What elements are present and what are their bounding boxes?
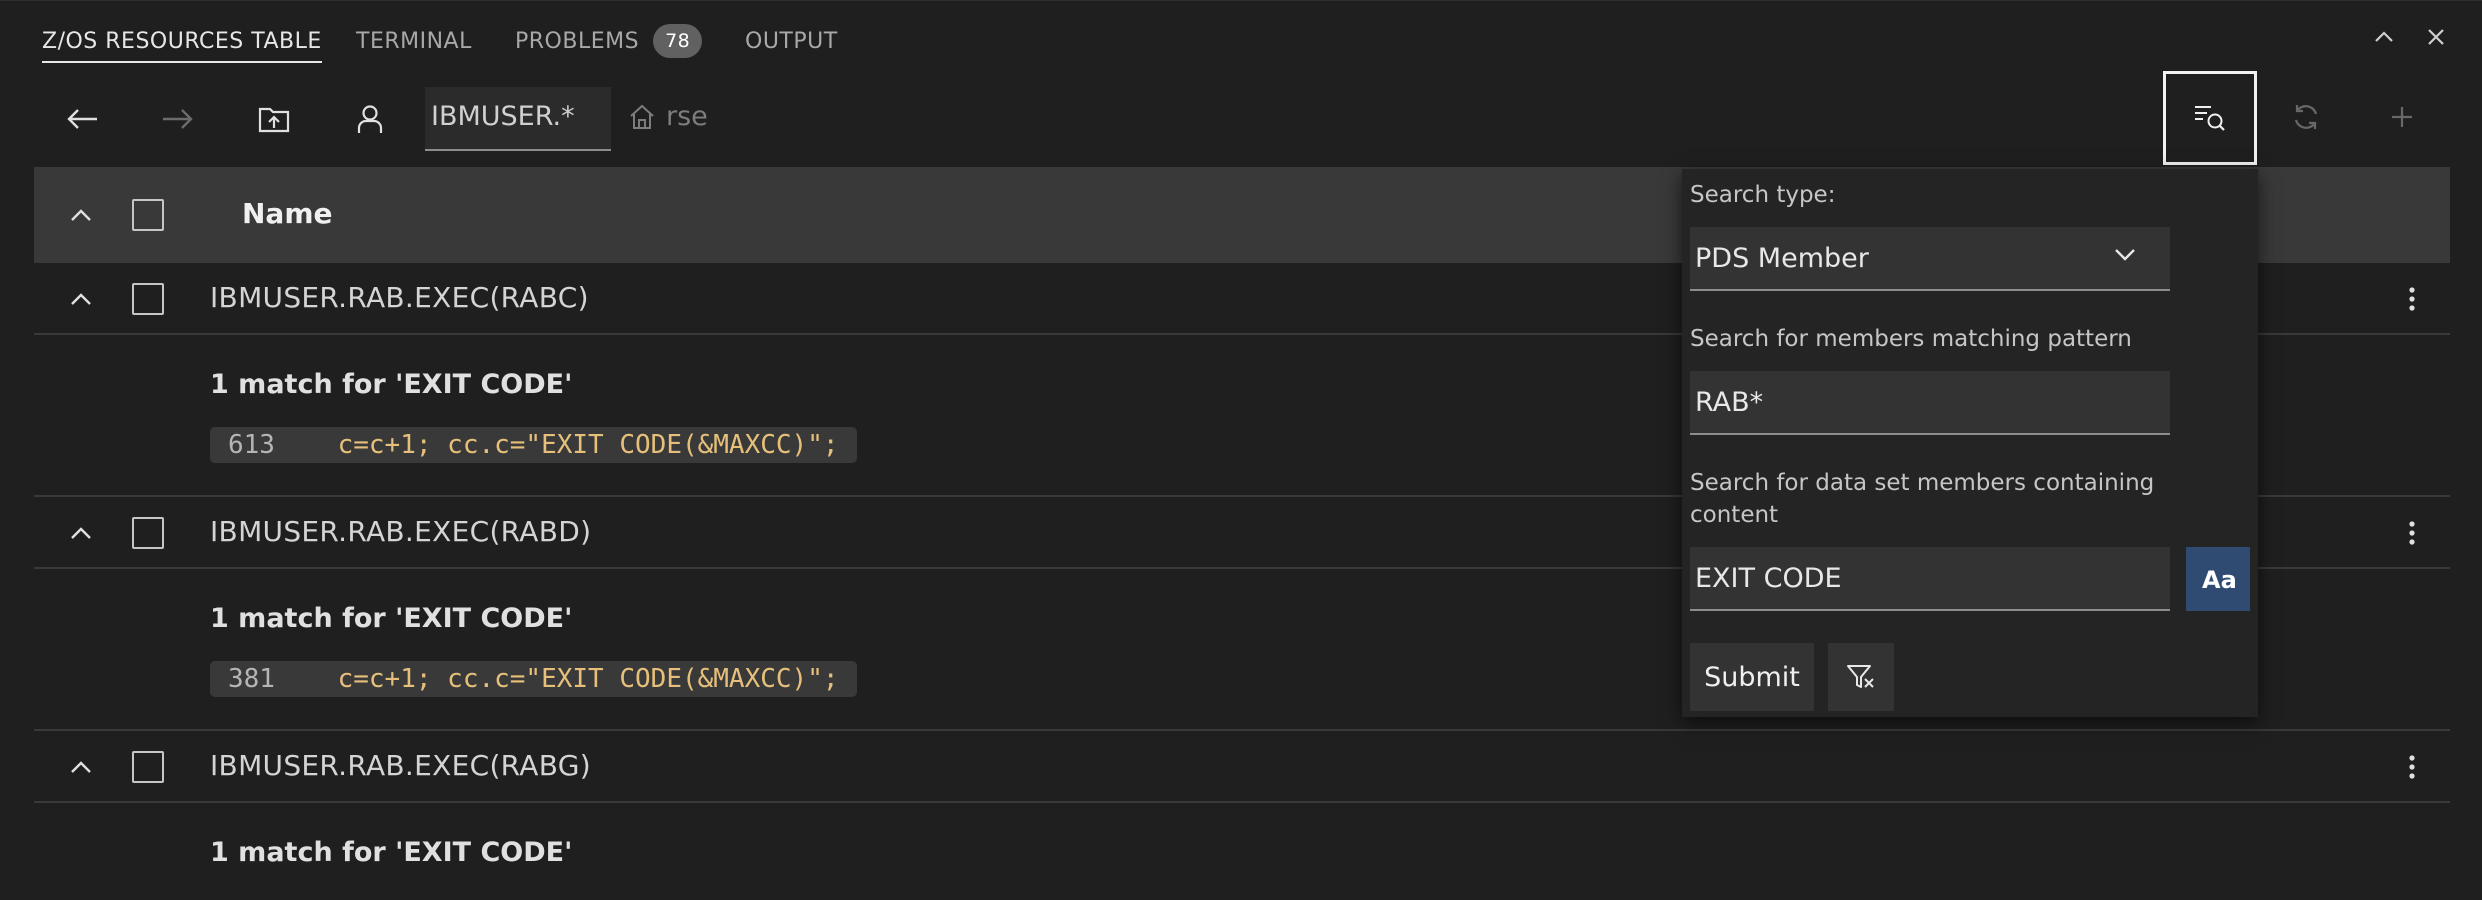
- home-breadcrumb[interactable]: rse: [628, 101, 708, 132]
- tab-label: PROBLEMS: [515, 28, 640, 54]
- chevron-up-icon: [71, 761, 91, 773]
- user-filter-button[interactable]: [342, 91, 398, 147]
- row-overflow-menu-button[interactable]: [2394, 749, 2430, 785]
- tab-label: OUTPUT: [745, 28, 838, 54]
- kebab-icon: [2409, 287, 2415, 311]
- search-list-icon: [2195, 106, 2225, 131]
- case-glyph: Aa: [2202, 566, 2235, 592]
- close-icon: [2428, 29, 2444, 45]
- row-checkbox[interactable]: [132, 517, 164, 549]
- refresh-icon: [2294, 105, 2318, 129]
- select-all-checkbox[interactable]: [132, 199, 164, 231]
- maximize-panel-button[interactable]: [2366, 19, 2402, 55]
- row-checkbox[interactable]: [132, 751, 164, 783]
- row-overflow-menu-button[interactable]: [2394, 515, 2430, 551]
- add-button[interactable]: [2374, 89, 2430, 145]
- home-label: rse: [666, 101, 708, 132]
- search-type-value: PDS Member: [1695, 242, 1869, 274]
- content-search-label: Search for data set members containing c…: [1690, 467, 2154, 531]
- row-checkbox[interactable]: [132, 283, 164, 315]
- user-icon: [357, 105, 383, 133]
- tab-zos-resources-table[interactable]: Z/OS RESOURCES TABLE: [42, 21, 322, 63]
- match-case-toggle[interactable]: Aa: [2186, 547, 2250, 611]
- member-pattern-value: RAB*: [1695, 386, 1764, 418]
- search-type-label: Search type:: [1690, 182, 1836, 208]
- chevron-down-icon: [2115, 249, 2135, 261]
- search-popover: Search type: PDS Member Search for membe…: [1682, 169, 2258, 717]
- tab-terminal[interactable]: TERMINAL: [356, 21, 472, 61]
- code-text: c=c+1; cc.c="EXIT CODE(&MAXCC)";: [337, 430, 839, 460]
- home-icon: [630, 104, 654, 129]
- member-pattern-input[interactable]: RAB*: [1690, 371, 2170, 435]
- tab-label: Z/OS RESOURCES TABLE: [42, 28, 322, 54]
- problems-count-badge: 78: [653, 24, 703, 58]
- forward-button[interactable]: [150, 91, 206, 147]
- content-search-label-line1: Search for data set members containing: [1690, 470, 2155, 496]
- content-search-input[interactable]: EXIT CODE: [1690, 547, 2170, 611]
- search-toggle-button[interactable]: [2163, 71, 2257, 165]
- case-sensitive-icon: Aa: [2202, 566, 2235, 592]
- tab-output[interactable]: OUTPUT: [745, 21, 838, 61]
- chevron-up-icon: [2375, 31, 2393, 42]
- path-filter-input[interactable]: IBMUSER.*: [425, 87, 611, 151]
- member-pattern-label: Search for members matching pattern: [1690, 326, 2132, 352]
- table-row[interactable]: IBMUSER.RAB.EXEC(RABG): [34, 731, 2450, 803]
- submit-button[interactable]: Submit: [1690, 643, 1814, 711]
- parent-folder-button[interactable]: [246, 91, 302, 147]
- line-number: 381: [228, 664, 275, 694]
- kebab-icon: [2409, 755, 2415, 779]
- plus-icon: [2392, 107, 2412, 127]
- tab-problems[interactable]: PROBLEMS 78: [515, 21, 703, 61]
- refresh-button[interactable]: [2278, 89, 2334, 145]
- chevron-up-icon: [71, 527, 91, 539]
- folder-up-icon: [258, 107, 290, 133]
- row-detail: 1 match for 'EXIT CODE': [34, 803, 2450, 900]
- back-button[interactable]: [54, 91, 110, 147]
- dataset-member-name[interactable]: IBMUSER.RAB.EXEC(RABD): [210, 515, 591, 548]
- filter-clear-icon: [1847, 665, 1874, 688]
- content-search-value: EXIT CODE: [1695, 562, 1842, 594]
- content-search-label-line2: content: [1690, 502, 1779, 528]
- arrow-left-icon: [67, 109, 97, 129]
- panel-tab-bar: Z/OS RESOURCES TABLE TERMINAL PROBLEMS 7…: [0, 1, 2482, 73]
- row-collapse-button[interactable]: [66, 518, 96, 548]
- match-count-label: 1 match for 'EXIT CODE': [210, 369, 573, 400]
- close-panel-button[interactable]: [2418, 19, 2454, 55]
- tab-label: TERMINAL: [356, 28, 472, 54]
- kebab-icon: [2409, 521, 2415, 545]
- chevron-up-icon: [71, 293, 91, 305]
- clear-filter-button[interactable]: [1828, 643, 1894, 711]
- arrow-right-icon: [163, 109, 193, 129]
- chevron-up-icon: [71, 209, 91, 221]
- dataset-member-name[interactable]: IBMUSER.RAB.EXEC(RABC): [210, 281, 589, 314]
- line-number: 613: [228, 430, 275, 460]
- match-count-label: 1 match for 'EXIT CODE': [210, 837, 573, 868]
- dataset-member-name[interactable]: IBMUSER.RAB.EXEC(RABG): [210, 749, 591, 782]
- match-code-line[interactable]: 381 c=c+1; cc.c="EXIT CODE(&MAXCC)";: [210, 661, 857, 697]
- search-type-select[interactable]: PDS Member: [1690, 227, 2170, 291]
- row-collapse-button[interactable]: [66, 284, 96, 314]
- name-column-header[interactable]: Name: [242, 197, 333, 230]
- row-overflow-menu-button[interactable]: [2394, 281, 2430, 317]
- match-code-line[interactable]: 613 c=c+1; cc.c="EXIT CODE(&MAXCC)";: [210, 427, 857, 463]
- match-count-label: 1 match for 'EXIT CODE': [210, 603, 573, 634]
- collapse-all-button[interactable]: [66, 200, 96, 230]
- code-text: c=c+1; cc.c="EXIT CODE(&MAXCC)";: [337, 664, 839, 694]
- row-collapse-button[interactable]: [66, 752, 96, 782]
